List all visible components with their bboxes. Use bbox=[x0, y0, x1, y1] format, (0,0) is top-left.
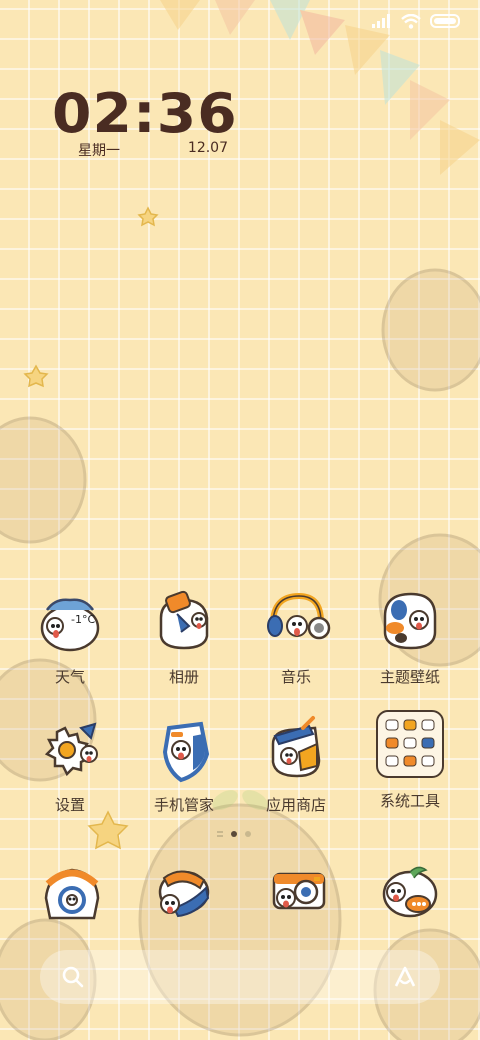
themes-icon bbox=[373, 586, 447, 660]
app-label: 音乐 bbox=[280, 668, 311, 686]
weather-icon: -1°C bbox=[33, 586, 107, 660]
search-bar[interactable] bbox=[40, 950, 440, 1004]
app-store[interactable]: 应用商店 bbox=[240, 714, 352, 824]
search-icon[interactable] bbox=[60, 964, 86, 990]
clock-widget[interactable]: 02:36 星期一 12.07 bbox=[52, 84, 242, 160]
system-tools-folder-icon bbox=[376, 710, 444, 778]
app-themes[interactable]: 主题壁纸 bbox=[354, 586, 466, 696]
status-bar bbox=[372, 10, 462, 32]
assistant-icon[interactable] bbox=[392, 964, 418, 990]
settings-icon bbox=[33, 714, 107, 788]
page-dot bbox=[245, 831, 251, 837]
app-label: 天气 bbox=[54, 668, 85, 686]
app-gallery[interactable]: 相册 bbox=[128, 586, 240, 696]
dock-camera[interactable] bbox=[250, 858, 340, 932]
battery-icon bbox=[430, 14, 460, 28]
camera-icon bbox=[258, 858, 332, 932]
phone-icon bbox=[34, 858, 108, 932]
dock-messages[interactable] bbox=[136, 858, 226, 932]
messages-icon bbox=[144, 858, 218, 932]
signal-icon bbox=[372, 14, 390, 28]
security-icon bbox=[147, 714, 221, 788]
dock-phone[interactable] bbox=[26, 858, 116, 932]
app-label: 系统工具 bbox=[379, 792, 440, 810]
app-security[interactable]: 手机管家 bbox=[128, 714, 240, 824]
wifi-icon bbox=[401, 13, 421, 29]
app-label: 设置 bbox=[54, 796, 85, 814]
svg-text:-1°C: -1°C bbox=[71, 613, 95, 626]
page-indicator[interactable] bbox=[217, 831, 251, 837]
app-label: 主题壁纸 bbox=[379, 668, 440, 686]
app-label: 应用商店 bbox=[265, 796, 326, 814]
app-label: 相册 bbox=[168, 668, 199, 686]
clock-time: 02:36 bbox=[52, 82, 238, 145]
app-store-icon bbox=[259, 714, 333, 788]
page-dot-active bbox=[231, 831, 237, 837]
gallery-icon bbox=[147, 586, 221, 660]
dock-chat[interactable] bbox=[362, 858, 452, 932]
app-weather[interactable]: -1°C 天气 bbox=[14, 586, 126, 696]
app-settings[interactable]: 设置 bbox=[14, 714, 126, 824]
app-label: 手机管家 bbox=[153, 796, 214, 814]
music-icon bbox=[259, 586, 333, 660]
app-folder-system-tools[interactable]: 系统工具 bbox=[354, 708, 466, 818]
chat-icon bbox=[370, 858, 444, 932]
app-music[interactable]: 音乐 bbox=[240, 586, 352, 696]
page-indicator-menu bbox=[217, 831, 223, 837]
